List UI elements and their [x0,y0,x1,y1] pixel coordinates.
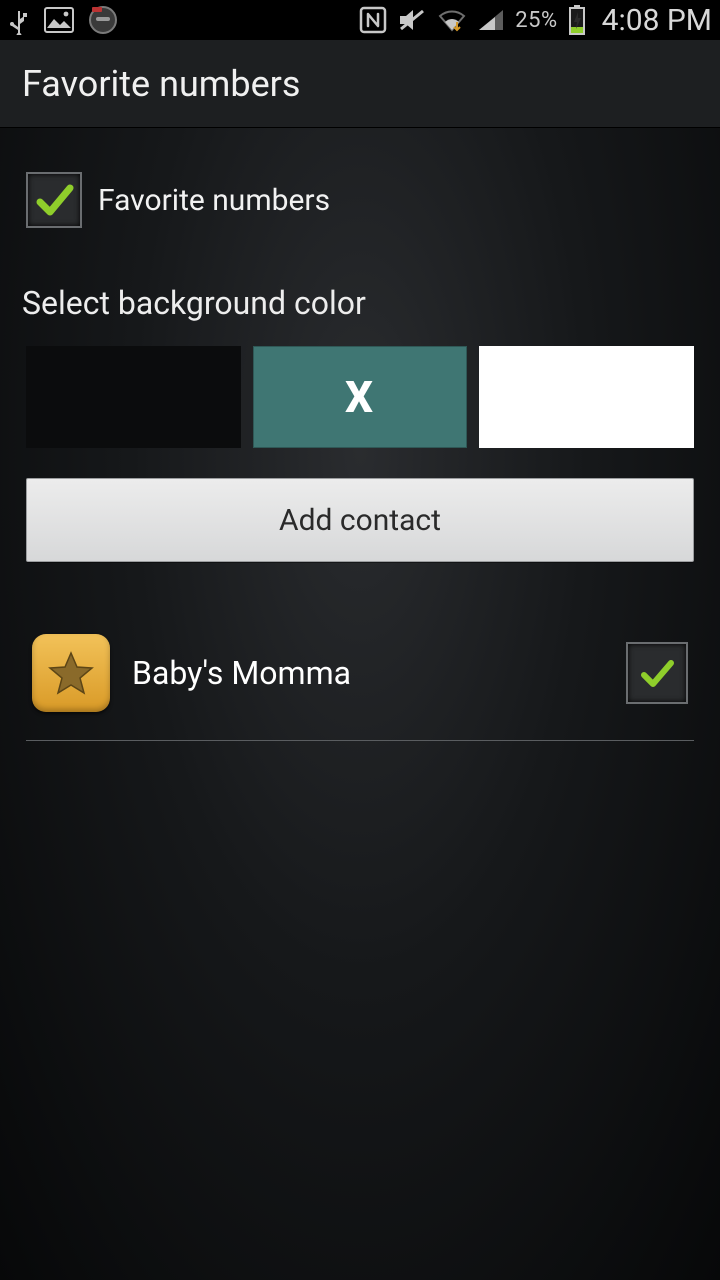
contact-checkbox[interactable] [626,642,688,704]
status-right: 25% 4:08 PM [359,3,712,38]
wifi-icon [437,8,467,32]
status-bar: 25% 4:08 PM [0,0,720,40]
status-clock: 4:08 PM [602,3,712,38]
add-contact-button[interactable]: Add contact [26,478,694,562]
favorite-numbers-checkbox[interactable] [26,172,82,228]
contact-row[interactable]: Baby's Momma [26,634,694,741]
favorite-numbers-label: Favorite numbers [98,183,330,218]
battery-percent: 25% [515,8,557,33]
nfc-icon [359,6,387,34]
usb-icon [8,5,30,35]
bg-color-black[interactable] [26,346,241,448]
bg-color-teal[interactable]: X [253,346,468,448]
contacts-list: Baby's Momma [0,562,720,741]
favorite-star-icon [32,634,110,712]
picture-icon [44,7,74,33]
bg-color-swatches: X [0,346,720,448]
signal-icon [477,8,505,32]
bg-color-label: Select background color [0,258,720,346]
status-left [8,5,118,35]
content: Favorite numbers Select background color… [0,128,720,741]
favorite-numbers-row[interactable]: Favorite numbers [0,128,720,258]
check-icon [34,180,74,220]
page-title: Favorite numbers [22,63,300,105]
selected-mark: X [345,371,375,423]
app-header: Favorite numbers [0,40,720,128]
add-contact-label: Add contact [279,503,441,538]
contact-name: Baby's Momma [132,654,351,692]
app-badge-icon [88,5,118,35]
bg-color-white[interactable] [479,346,694,448]
mute-icon [397,7,427,33]
battery-icon [568,5,586,35]
check-icon [637,653,677,693]
